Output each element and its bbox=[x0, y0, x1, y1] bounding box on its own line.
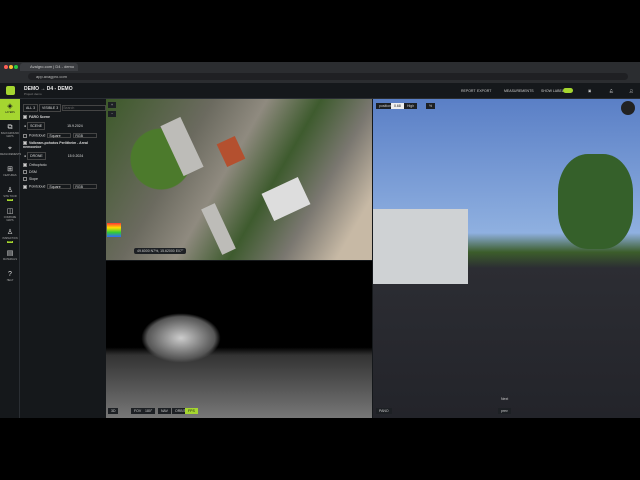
label: MATERIALS bbox=[3, 258, 17, 261]
sidebar-item-layers[interactable]: ◈ LAYERS bbox=[0, 99, 20, 120]
layer-search-input[interactable]: Search bbox=[62, 105, 107, 112]
map-view[interactable]: + − 49.6000 N7%, 15.62000 E07° bbox=[106, 99, 372, 260]
label: HELP bbox=[6, 279, 14, 282]
label: COMPARE MAPS bbox=[3, 216, 17, 222]
pointcloud-viewer[interactable]: 3D FOV 180° NAV ORBIT FPS bbox=[106, 261, 372, 418]
app-logo[interactable] bbox=[6, 86, 15, 95]
report-button[interactable]: REPORT bbox=[461, 89, 476, 93]
person-icon: ♙ bbox=[6, 187, 14, 194]
sidebar-item-compare-maps[interactable]: ◫ COMPARE MAPS bbox=[0, 204, 20, 225]
layers-panel: ALL 3 VISIBLE 3 Search FARO Scene ● SCENE … bbox=[21, 99, 107, 418]
fps-button[interactable]: FPS bbox=[185, 408, 198, 414]
faro-checkbox[interactable] bbox=[23, 115, 27, 120]
layer-name: FARO Scene bbox=[29, 115, 51, 119]
building bbox=[201, 203, 236, 255]
materials-icon: ▤ bbox=[6, 250, 14, 257]
sidebar: ◈ LAYERS ⧉ BACKGROUND MAPS ⌖ MEASUREMENTS ⊞… bbox=[0, 99, 22, 418]
filter-visible[interactable]: VISIBLE 3 bbox=[39, 104, 62, 112]
sidebar-item-help[interactable]: ? HELP bbox=[0, 267, 20, 288]
inspection-icon: ♙ bbox=[6, 229, 14, 236]
quality-select[interactable]: High bbox=[404, 103, 418, 109]
map-coordinates: 49.6000 N7%, 15.62000 E07° bbox=[134, 248, 187, 254]
settings-icon[interactable]: % bbox=[426, 103, 436, 109]
style-select[interactable]: Square bbox=[47, 184, 72, 190]
warehouse bbox=[373, 209, 468, 284]
pano-type-select[interactable]: PANO bbox=[376, 408, 392, 414]
building bbox=[261, 176, 311, 222]
ruler-icon: ⌖ bbox=[8, 145, 12, 152]
layer-tag: SCENE bbox=[27, 122, 46, 131]
show-labels-toggle[interactable] bbox=[563, 88, 573, 93]
label: MEASUREMENTS bbox=[0, 153, 22, 156]
layer-name: Volbeam-pohotos Perlitheim - Areal nemoc… bbox=[23, 141, 88, 150]
sidebar-item-materials[interactable]: ▤ MATERIALS bbox=[0, 246, 20, 267]
label: Slope bbox=[29, 177, 38, 182]
new-badge: NEW bbox=[6, 241, 14, 243]
slope-checkbox[interactable] bbox=[23, 177, 27, 182]
building bbox=[160, 116, 204, 177]
label: Pointcloud bbox=[29, 184, 46, 189]
layout-icon[interactable]: ▣ bbox=[588, 89, 591, 93]
label: Pointcloud bbox=[29, 133, 46, 138]
pointcloud-building bbox=[141, 313, 221, 363]
style-select[interactable]: Square bbox=[47, 133, 72, 139]
pointcloud2-checkbox[interactable] bbox=[23, 184, 27, 189]
label: Orthophoto bbox=[29, 163, 47, 168]
measurements-button[interactable]: MEASUREMENTS bbox=[504, 89, 534, 93]
address-bar[interactable]: app.avagpro.com bbox=[28, 73, 628, 80]
dsm-checkbox[interactable] bbox=[23, 170, 27, 175]
new-badge: NEW bbox=[6, 199, 14, 201]
label: LAYERS bbox=[5, 111, 15, 114]
compare-icon: ◫ bbox=[6, 208, 14, 215]
layer-tag: DRONE bbox=[27, 152, 46, 161]
label: SITE TOUR bbox=[3, 195, 17, 198]
zoom-out-button[interactable]: − bbox=[108, 111, 117, 117]
page-subtitle: Project demo bbox=[24, 92, 42, 96]
position-input[interactable]: 0.68 bbox=[391, 103, 404, 109]
nav-button[interactable]: NAV bbox=[158, 408, 171, 414]
user-icon[interactable]: 👤︎ bbox=[629, 89, 633, 93]
map-icon: ⧉ bbox=[7, 124, 13, 131]
layer-date: 15.9.2024 bbox=[67, 124, 83, 129]
color-select[interactable]: RGB bbox=[73, 184, 98, 190]
features-icon: ⊞ bbox=[7, 166, 13, 173]
zoom-in-button[interactable]: + bbox=[108, 102, 117, 108]
sidebar-item-features[interactable]: ⊞ FEATURES bbox=[0, 162, 20, 183]
prev-button[interactable]: prev bbox=[498, 408, 511, 414]
label: DSM bbox=[29, 170, 37, 175]
next-button[interactable]: Next bbox=[498, 396, 511, 402]
roof bbox=[216, 135, 246, 168]
label: BACKGROUND MAPS bbox=[1, 132, 19, 138]
legend-colorbar bbox=[107, 223, 121, 237]
layers-icon: ◈ bbox=[7, 103, 13, 110]
browser-tab[interactable]: Avalgro.com | D4 - demo bbox=[20, 63, 78, 71]
fov-value[interactable]: 180° bbox=[142, 408, 156, 414]
color-select[interactable]: RGB bbox=[73, 133, 98, 139]
pointcloud-checkbox[interactable] bbox=[23, 133, 27, 138]
view-mode-select[interactable]: 3D bbox=[108, 408, 119, 414]
label: INSPECTION bbox=[2, 237, 18, 240]
help-icon: ? bbox=[8, 271, 12, 278]
sidebar-item-measurements[interactable]: ⌖ MEASUREMENTS bbox=[0, 141, 22, 162]
label: FEATURES bbox=[3, 174, 17, 177]
panorama-view[interactable]: position 0.68 High % Next prev PANO bbox=[373, 99, 640, 418]
compass-icon[interactable] bbox=[621, 101, 635, 115]
sidebar-item-background-maps[interactable]: ⧉ BACKGROUND MAPS bbox=[0, 120, 20, 141]
notifications-icon[interactable]: 🔔︎ bbox=[609, 89, 613, 93]
sidebar-item-inspection[interactable]: ♙ INSPECTION NEW bbox=[0, 225, 20, 246]
filter-all[interactable]: ALL 3 bbox=[23, 104, 39, 112]
sidebar-item-site-tour[interactable]: ♙ SITE TOUR NEW bbox=[0, 183, 20, 204]
export-button[interactable]: EXPORT bbox=[477, 89, 491, 93]
orthophoto-checkbox[interactable] bbox=[23, 163, 27, 168]
tree bbox=[558, 154, 633, 249]
layer-date: 15.9.2024 bbox=[67, 154, 84, 159]
